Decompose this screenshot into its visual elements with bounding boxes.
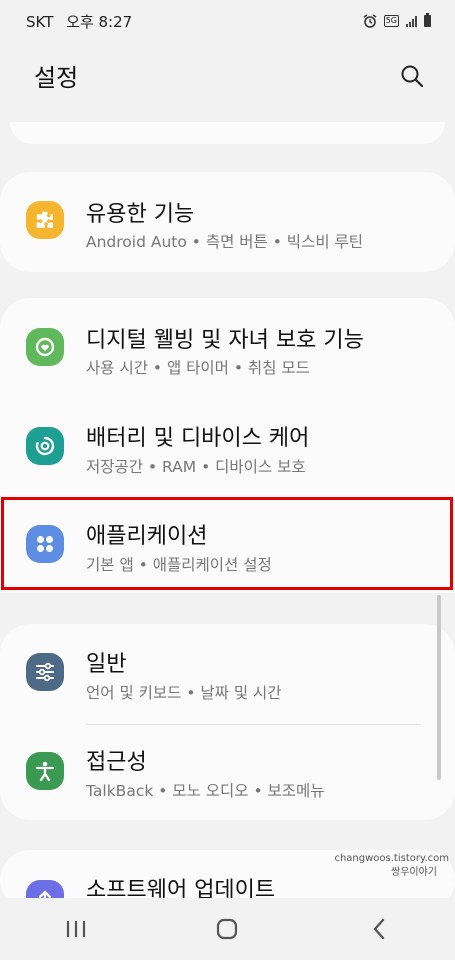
- item-subtitle: 기본 앱 • 애플리케이션 설정: [86, 556, 272, 574]
- item-subtitle: 언어 및 키보드 • 날짜 및 시간: [86, 684, 282, 702]
- item-label: 디지털 웰빙 및 자녀 보호 기능: [86, 328, 364, 353]
- signal-icon: [406, 15, 417, 27]
- puzzle-icon: [26, 201, 64, 239]
- watermark-blog-name: 쌍우이야기: [391, 867, 437, 878]
- back-icon: [373, 918, 385, 940]
- settings-item-general-management[interactable]: 일반 언어 및 키보드 • 날짜 및 시간: [0, 624, 455, 724]
- status-left: SKT 오후 8:27: [26, 11, 140, 32]
- status-icons: 5G: [363, 13, 431, 28]
- item-subtitle: Android Auto • 측면 버튼 • 빅스비 루틴: [86, 233, 364, 251]
- sliders-icon: [26, 653, 64, 691]
- apps-icon: [26, 525, 64, 563]
- watermark-url: changwoos.tistory.com: [334, 853, 449, 864]
- page-title: 설정: [34, 64, 79, 92]
- search-button[interactable]: [394, 58, 430, 94]
- network-type-badge: 5G: [383, 15, 399, 27]
- carrier-label: SKT: [26, 12, 54, 31]
- clock: 오후 8:27: [66, 12, 133, 31]
- status-bar: SKT 오후 8:27 5G: [0, 0, 455, 42]
- settings-item-digital-wellbeing[interactable]: 디지털 웰빙 및 자녀 보호 기능 사용 시간 • 앱 타이머 • 취침 모드: [0, 298, 455, 398]
- previous-card-bottom: [10, 122, 445, 144]
- item-label: 배터리 및 디바이스 케어: [86, 426, 310, 451]
- item-subtitle: 사용 시간 • 앱 타이머 • 취침 모드: [86, 359, 310, 377]
- recent-apps-icon: [66, 921, 85, 937]
- home-button[interactable]: [197, 904, 257, 954]
- settings-item-advanced-features[interactable]: 유용한 기능 Android Auto • 측면 버튼 • 빅스비 루틴: [0, 172, 455, 272]
- item-label: 애플리케이션: [86, 524, 208, 549]
- item-subtitle: 저장공간 • RAM • 디바이스 보호: [86, 458, 306, 476]
- watermark: changwoos.tistory.com 쌍우이야기: [334, 852, 449, 880]
- card-device: 디지털 웰빙 및 자녀 보호 기능 사용 시간 • 앱 타이머 • 취침 모드 …: [0, 298, 455, 593]
- item-label: 일반: [86, 652, 127, 677]
- home-icon: [217, 918, 238, 940]
- item-label: 유용한 기능: [86, 202, 195, 227]
- back-button[interactable]: [349, 904, 409, 954]
- item-label: 접근성: [86, 750, 147, 775]
- wellbeing-icon: [26, 328, 64, 366]
- battery-icon: [424, 13, 431, 27]
- device-care-icon: [26, 427, 64, 465]
- scrollbar[interactable]: [437, 595, 441, 780]
- settings-item-applications[interactable]: 애플리케이션 기본 앱 • 애플리케이션 설정: [0, 498, 455, 593]
- settings-item-accessibility[interactable]: 접근성 TalkBack • 모노 오디오 • 보조메뉴: [0, 724, 455, 820]
- card-general: 일반 언어 및 키보드 • 날짜 및 시간 접근성 TalkBack • 모노 …: [0, 624, 455, 820]
- card-advanced: 유용한 기능 Android Auto • 측면 버튼 • 빅스비 루틴: [0, 172, 455, 272]
- settings-item-device-care[interactable]: 배터리 및 디바이스 케어 저장공간 • RAM • 디바이스 보호: [0, 398, 455, 498]
- accessibility-icon: [26, 752, 64, 790]
- navigation-bar: [0, 898, 455, 960]
- header: 설정: [0, 50, 455, 100]
- recent-apps-button[interactable]: [46, 904, 106, 954]
- alarm-icon: [363, 14, 377, 28]
- item-subtitle: TalkBack • 모노 오디오 • 보조메뉴: [86, 782, 325, 800]
- search-icon: [401, 65, 424, 88]
